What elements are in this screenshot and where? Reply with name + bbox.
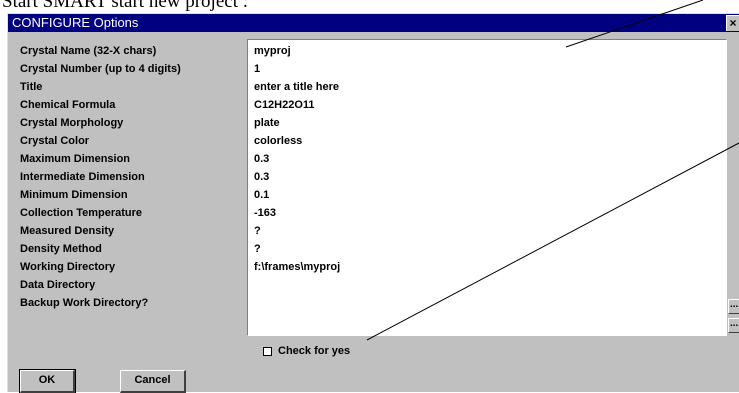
data-directory-input[interactable]	[254, 276, 726, 294]
minimum-dimension-input[interactable]: 0.1	[254, 186, 726, 204]
label-density-method: Density Method	[20, 243, 102, 255]
chemical-formula-input[interactable]: C12H22O11	[254, 96, 726, 114]
close-icon: ×	[729, 16, 737, 30]
maximum-dimension-input[interactable]: 0.3	[254, 150, 726, 168]
close-button[interactable]: ×	[726, 15, 739, 31]
caption-text: Start SMART start new project :	[2, 0, 249, 11]
crystal-color-input[interactable]: colorless	[254, 132, 726, 150]
label-crystal-name: Crystal Name (32-X chars)	[20, 45, 157, 57]
cancel-button[interactable]: Cancel	[120, 370, 186, 393]
measured-density-input[interactable]: ?	[254, 222, 726, 240]
label-maximum-dimension: Maximum Dimension	[20, 153, 131, 165]
label-crystal-color: Crystal Color	[20, 135, 90, 147]
backup-checkbox[interactable]	[263, 346, 272, 356]
ok-button[interactable]: OK	[19, 369, 76, 393]
label-backup-work-directory: Backup Work Directory?	[20, 297, 149, 309]
density-method-input[interactable]: ?	[254, 240, 726, 258]
window-title: CONFIGURE Options	[12, 15, 139, 30]
label-working-directory: Working Directory	[20, 261, 116, 273]
browse-data-directory-button[interactable]: ...	[728, 318, 739, 333]
title-input[interactable]: enter a title here	[254, 78, 726, 96]
label-data-directory: Data Directory	[20, 279, 96, 291]
backup-checkbox-label: Check for yes	[278, 345, 351, 357]
crystal-morphology-input[interactable]: plate	[254, 114, 726, 132]
label-crystal-morphology: Crystal Morphology	[20, 117, 124, 129]
crystal-number-input[interactable]: 1	[254, 60, 726, 78]
label-intermediate-dimension: Intermediate Dimension	[20, 171, 145, 183]
configure-options-dialog: CONFIGURE Options × Crystal Name (32-X c…	[7, 13, 739, 393]
collection-temperature-input[interactable]: -163	[254, 204, 726, 222]
label-chemical-formula: Chemical Formula	[20, 99, 116, 111]
label-title: Title	[20, 81, 43, 93]
crystal-name-input[interactable]: myproj	[254, 42, 726, 60]
browse-working-directory-button[interactable]: ...	[728, 299, 739, 314]
intermediate-dimension-input[interactable]: 0.3	[254, 168, 726, 186]
values-edit-area[interactable]: myproj 1 enter a title here C12H22O11 pl…	[247, 39, 727, 336]
label-measured-density: Measured Density	[20, 225, 115, 237]
backup-checkbox-row[interactable]: Check for yes	[263, 343, 350, 359]
label-crystal-number: Crystal Number (up to 4 digits)	[20, 63, 181, 75]
title-bar: CONFIGURE Options ×	[8, 14, 739, 32]
field-labels: Crystal Name (32-X chars) Crystal Number…	[20, 42, 252, 312]
working-directory-input[interactable]: f:\frames\myproj	[254, 258, 726, 276]
label-collection-temperature: Collection Temperature	[20, 207, 143, 219]
label-minimum-dimension: Minimum Dimension	[20, 189, 128, 201]
